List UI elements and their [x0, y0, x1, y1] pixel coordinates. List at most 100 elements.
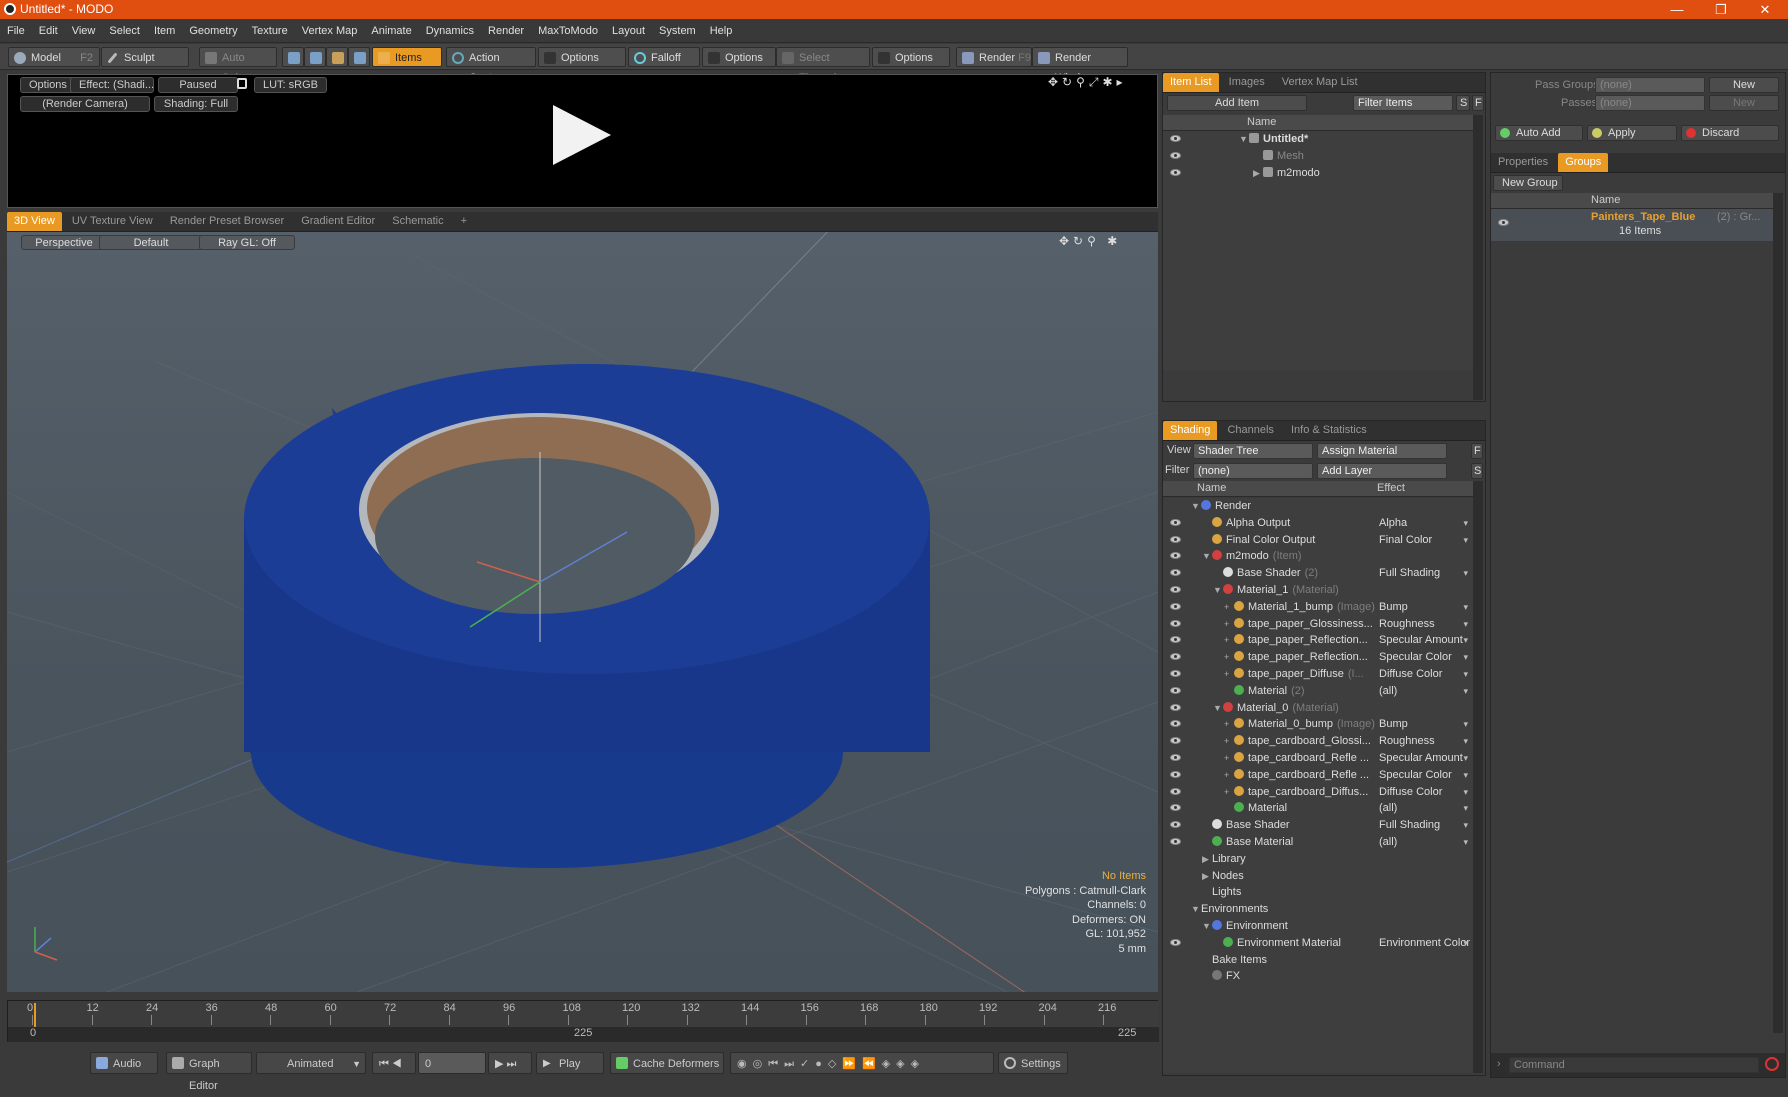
tab-render-preset-browser[interactable]: Render Preset Browser [163, 212, 291, 231]
shader-tree-row[interactable]: + tape_cardboard_Glossi... Roughness [1163, 733, 1473, 750]
polygons-mode-button[interactable] [326, 47, 348, 67]
visibility-eye-icon[interactable] [1170, 535, 1181, 543]
shader-tree-row[interactable]: + tape_paper_Reflection... Specular Amount [1163, 632, 1473, 649]
effect-dropdown[interactable]: (all) [1375, 834, 1471, 850]
play-button[interactable]: ▶ Play [536, 1052, 604, 1074]
select-through-button[interactable]: Select Through [776, 47, 870, 84]
pass-groups-dropdown[interactable]: (none) [1595, 77, 1705, 93]
items-mode-button[interactable]: Items [372, 47, 442, 67]
lut-dropdown[interactable]: LUT: sRGB [254, 77, 328, 93]
tab-uv-texture-view[interactable]: UV Texture View [65, 212, 160, 231]
action-center-button[interactable]: Action Center [446, 47, 536, 84]
cache-deformers-button[interactable]: Cache Deformers [610, 1052, 724, 1074]
tab-shading[interactable]: Shading [1163, 421, 1218, 440]
shader-tree-row[interactable]: + tape_paper_Diffuse (I... Diffuse Color [1163, 666, 1473, 683]
visibility-eye-icon[interactable] [1170, 168, 1181, 176]
new-pass-button[interactable]: New [1709, 95, 1779, 111]
expand-toggle-icon[interactable]: ▼ [1202, 918, 1212, 934]
materials-mode-button[interactable] [348, 47, 370, 67]
tab-schematic[interactable]: Schematic [385, 212, 450, 231]
passes-dropdown[interactable]: (none) [1595, 95, 1705, 111]
sculpt-mode-button[interactable]: Sculpt [101, 47, 189, 67]
shader-tree-row[interactable]: + tape_cardboard_Diffus... Diffuse Color [1163, 784, 1473, 801]
shader-tree-row[interactable]: Material (2) (all) [1163, 683, 1473, 700]
shader-tree-row[interactable]: Bake Items [1163, 952, 1473, 969]
effect-dropdown[interactable]: Roughness [1375, 733, 1471, 749]
visibility-eye-icon[interactable] [1170, 670, 1181, 677]
menu-edit[interactable]: Edit [32, 19, 65, 43]
expand-toggle-icon[interactable]: + [1224, 666, 1234, 682]
render-button[interactable]: Render F9 [956, 47, 1032, 67]
shader-tree-row[interactable]: Base Shader (2) Full Shading [1163, 565, 1473, 582]
visibility-eye-icon[interactable] [1170, 787, 1181, 795]
preview-paused-button[interactable]: Paused [158, 77, 238, 93]
shader-tree-row[interactable]: ▼Environments [1163, 901, 1473, 918]
vertices-mode-button[interactable] [282, 47, 304, 67]
tab-images[interactable]: Images [1222, 73, 1272, 92]
expand-toggle-icon[interactable]: + [1224, 784, 1234, 800]
expand-toggle-icon[interactable]: ▼ [1213, 700, 1223, 716]
falloff-button[interactable]: Falloff [628, 47, 700, 67]
s-button[interactable]: S [1456, 95, 1470, 111]
visibility-eye-icon[interactable] [1170, 720, 1181, 728]
menu-layout[interactable]: Layout [605, 19, 652, 43]
effect-dropdown[interactable]: Specular Color [1375, 767, 1471, 783]
shader-tree-row[interactable]: Base Material (all) [1163, 834, 1473, 851]
timeline[interactable]: 0 12 24 36 48 60 72 84 96 108 120 132 144 156 168 180 19… [7, 1000, 1159, 1042]
menu-file[interactable]: File [0, 19, 32, 43]
apply-button[interactable]: Apply [1587, 125, 1677, 141]
visibility-eye-icon[interactable] [1170, 619, 1181, 627]
animated-dropdown[interactable]: Animated ▼ [256, 1052, 366, 1074]
tab-3d-view[interactable]: 3D View [7, 212, 62, 231]
view-dropdown[interactable]: Shader Tree [1193, 443, 1313, 459]
preview-nav-icons[interactable]: ✥↻⚲⤢✱▸ [1048, 75, 1127, 90]
effect-dropdown[interactable]: Full Shading [1375, 565, 1471, 581]
shader-tree-row[interactable]: ▼ Material_1 (Material) [1163, 582, 1473, 599]
render-preview[interactable]: Options Effect: (Shadi... Paused LUT: sR… [7, 74, 1158, 208]
expand-toggle-icon[interactable]: + [1224, 632, 1234, 648]
f-button[interactable]: F [1471, 443, 1483, 459]
audio-button[interactable]: Audio [90, 1052, 158, 1074]
select-through-options-button[interactable]: Options [872, 47, 950, 67]
filter-dropdown[interactable]: (none) [1193, 463, 1313, 479]
shader-tree-scrollbar[interactable] [1473, 481, 1483, 1073]
tab-gradient-editor[interactable]: Gradient Editor [294, 212, 382, 231]
expand-toggle-icon[interactable]: + [1224, 599, 1234, 615]
assign-material-dropdown[interactable]: Assign Material [1317, 443, 1447, 459]
new-group-button[interactable]: New Group [1493, 175, 1563, 191]
graph-editor-button[interactable]: Graph Editor [166, 1052, 252, 1092]
shader-tree-row[interactable]: ▼ Environment [1163, 918, 1473, 935]
tab-vertex-map-list[interactable]: Vertex Map List [1275, 73, 1365, 92]
effect-dropdown[interactable]: Specular Color [1375, 649, 1471, 665]
visibility-eye-icon[interactable] [1170, 938, 1181, 946]
frame-input[interactable]: 0 [418, 1052, 486, 1074]
menu-geometry[interactable]: Geometry [182, 19, 244, 43]
tab-groups[interactable]: Groups [1558, 153, 1609, 172]
group-row[interactable]: Painters_Tape_Blue (2) : Gr... 16 Items [1491, 209, 1773, 241]
visibility-eye-icon[interactable] [1170, 552, 1181, 560]
menu-dynamics[interactable]: Dynamics [419, 19, 481, 43]
effect-dropdown[interactable]: Diffuse Color [1375, 784, 1471, 800]
visibility-eye-icon[interactable] [1170, 838, 1181, 845]
expand-toggle-icon[interactable]: + [1224, 616, 1234, 632]
skip-forward-buttons[interactable]: ▶⏭ [488, 1052, 532, 1074]
visibility-eye-icon[interactable] [1170, 653, 1181, 661]
tab-properties[interactable]: Properties [1491, 153, 1555, 172]
expand-toggle-icon[interactable]: + [1224, 716, 1234, 732]
falloff-options-button[interactable]: Options [702, 47, 776, 67]
shader-tree-row[interactable]: + tape_paper_Glossiness... Roughness [1163, 616, 1473, 633]
visibility-eye-icon[interactable] [1170, 821, 1181, 829]
effect-dropdown[interactable]: Bump [1375, 599, 1471, 615]
settings-button[interactable]: Settings [998, 1052, 1068, 1074]
visibility-eye-icon[interactable] [1170, 804, 1181, 812]
viewport-3d[interactable]: Perspective Default Ray GL: Off ✥↻⚲ ✱ No… [7, 232, 1158, 992]
shader-tree-row[interactable]: ▼ Render [1163, 498, 1473, 515]
shader-tree-row[interactable]: + Material_1_bump (Image) Bump [1163, 599, 1473, 616]
expand-toggle-icon[interactable]: ▼ [1191, 498, 1201, 514]
shader-tree-row[interactable]: Lights [1163, 884, 1473, 901]
play-preview-icon[interactable] [553, 105, 611, 165]
discard-button[interactable]: Discard [1681, 125, 1779, 141]
expand-toggle-icon[interactable]: ▼ [1202, 548, 1212, 564]
shader-tree-row[interactable]: + tape_cardboard_Refle ... Specular Color [1163, 767, 1473, 784]
command-stop-icon[interactable] [1765, 1057, 1779, 1071]
